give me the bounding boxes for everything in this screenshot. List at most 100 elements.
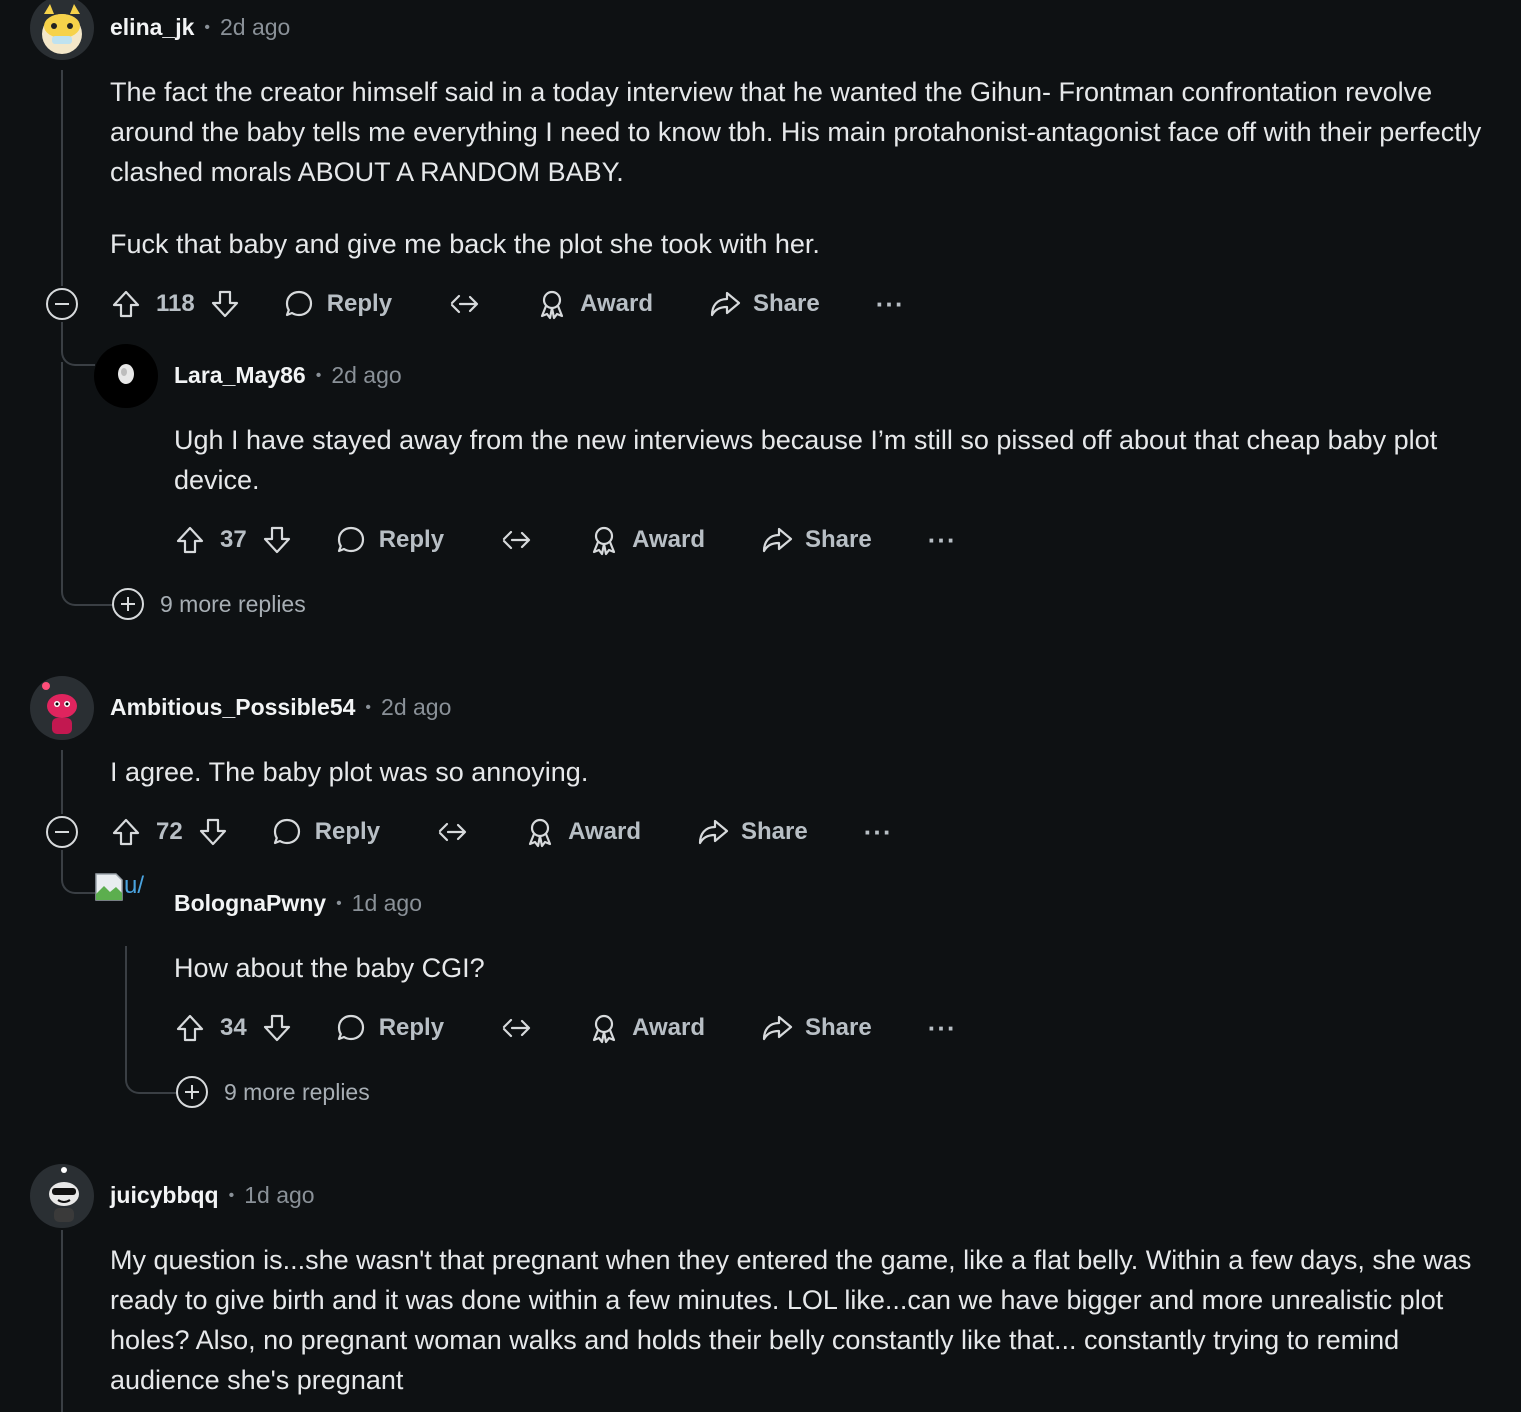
- upvote-icon[interactable]: [174, 1012, 206, 1044]
- thread-elbow: [61, 850, 95, 894]
- award-button[interactable]: Award: [524, 816, 641, 848]
- upvote-icon[interactable]: [110, 816, 142, 848]
- vote-score: 34: [220, 1014, 247, 1041]
- separator-dot: •: [204, 18, 210, 36]
- username[interactable]: Ambitious_Possible54: [110, 694, 355, 721]
- comment-meta: juicybbqq • 1d ago: [110, 1182, 315, 1209]
- separator-dot: •: [315, 366, 322, 384]
- share-button[interactable]: Share: [761, 1012, 872, 1044]
- avatar[interactable]: [30, 0, 94, 60]
- share-button[interactable]: Share: [709, 288, 820, 320]
- upvote-icon[interactable]: [174, 524, 206, 556]
- award-button[interactable]: Award: [536, 288, 653, 320]
- expand-replies-icon[interactable]: [112, 588, 144, 620]
- timestamp[interactable]: 1d ago: [352, 890, 422, 917]
- share-label: Share: [753, 290, 820, 317]
- avatar[interactable]: [30, 676, 94, 740]
- snoo-avatar-icon: [49, 1167, 79, 1222]
- collapse-thread-button[interactable]: [46, 288, 78, 320]
- award-label: Award: [632, 526, 705, 553]
- vote-score: 37: [220, 526, 247, 553]
- thread-line: [61, 70, 63, 286]
- timestamp[interactable]: 2d ago: [331, 362, 401, 389]
- broken-image-icon: [95, 873, 123, 901]
- award-icon: [524, 816, 556, 848]
- downvote-icon[interactable]: [197, 816, 229, 848]
- comment-paragraph: Ugh I have stayed away from the new inte…: [174, 425, 1438, 495]
- reply-icon: [335, 1012, 367, 1044]
- reply-button[interactable]: Reply: [283, 288, 392, 320]
- comment-body: Ugh I have stayed away from the new inte…: [174, 420, 1454, 500]
- crosspost-button[interactable]: [436, 816, 468, 848]
- reply-icon: [283, 288, 315, 320]
- separator-dot: •: [228, 1186, 235, 1204]
- vote-group: 34: [174, 1012, 293, 1044]
- separator-dot: •: [365, 698, 372, 716]
- more-options-button[interactable]: ···: [864, 817, 893, 848]
- crosspost-button[interactable]: [500, 524, 532, 556]
- timestamp[interactable]: 2d ago: [381, 694, 451, 721]
- snoo-avatar-icon: [42, 682, 77, 734]
- thread-elbow: [125, 1060, 177, 1094]
- reply-label: Reply: [378, 1014, 445, 1041]
- comment-paragraph: I agree. The baby plot was so annoying.: [110, 757, 589, 787]
- comment-paragraph: Fuck that baby and give me back the plot…: [110, 229, 820, 259]
- avatar[interactable]: u/: [94, 872, 158, 906]
- reply-button[interactable]: Reply: [335, 524, 444, 556]
- timestamp[interactable]: 2d ago: [220, 14, 290, 41]
- avatar-alt-text: u/: [124, 872, 145, 899]
- crosspost-icon: [448, 288, 480, 320]
- username[interactable]: Lara_May86: [174, 362, 306, 389]
- reply-button[interactable]: Reply: [335, 1012, 444, 1044]
- share-label: Share: [740, 818, 808, 845]
- thread-line: [61, 1230, 63, 1412]
- more-options-button[interactable]: ···: [928, 1013, 957, 1044]
- downvote-icon[interactable]: [261, 524, 293, 556]
- downvote-icon[interactable]: [209, 288, 241, 320]
- comment-body: My question is...she wasn't that pregnan…: [110, 1240, 1480, 1400]
- upvote-icon[interactable]: [110, 288, 142, 320]
- share-icon: [697, 816, 729, 848]
- avatar[interactable]: [94, 344, 158, 408]
- award-label: Award: [632, 1014, 705, 1041]
- comment-paragraph: How about the baby CGI?: [174, 953, 485, 983]
- crosspost-button[interactable]: [448, 288, 480, 320]
- expand-replies-icon[interactable]: [176, 1076, 208, 1108]
- username[interactable]: BolognaPwny: [174, 890, 326, 917]
- award-icon: [536, 288, 568, 320]
- comment-body: How about the baby CGI?: [174, 948, 1454, 988]
- comment-actions: 37 Reply Award Share ···: [174, 516, 957, 564]
- comment-actions: 34 Reply Award Share ···: [174, 1004, 957, 1052]
- thread-line: [61, 750, 63, 814]
- award-label: Award: [580, 290, 653, 317]
- vote-group: 37: [174, 524, 293, 556]
- award-button[interactable]: Award: [588, 1012, 705, 1044]
- share-icon: [709, 288, 741, 320]
- award-label: Award: [568, 818, 641, 845]
- downvote-icon[interactable]: [261, 1012, 293, 1044]
- award-button[interactable]: Award: [588, 524, 705, 556]
- more-replies-link[interactable]: 9 more replies: [160, 591, 306, 618]
- comment-paragraph: The fact the creator himself said in a t…: [110, 77, 1482, 187]
- timestamp[interactable]: 1d ago: [244, 1182, 314, 1209]
- more-options-button[interactable]: ···: [928, 525, 957, 556]
- username[interactable]: elina_jk: [110, 14, 194, 41]
- username[interactable]: juicybbqq: [110, 1182, 219, 1209]
- crosspost-icon: [500, 524, 532, 556]
- comment-meta: Lara_May86 • 2d ago: [174, 362, 402, 389]
- share-button[interactable]: Share: [761, 524, 872, 556]
- share-icon: [761, 1012, 793, 1044]
- crosspost-button[interactable]: [500, 1012, 532, 1044]
- more-options-button[interactable]: ···: [876, 289, 905, 320]
- vote-group: 72: [110, 816, 229, 848]
- more-replies-link[interactable]: 9 more replies: [224, 1079, 370, 1106]
- comment-body: The fact the creator himself said in a t…: [110, 72, 1490, 264]
- reply-button[interactable]: Reply: [271, 816, 380, 848]
- collapse-thread-button[interactable]: [46, 816, 78, 848]
- avatar[interactable]: [30, 1164, 94, 1228]
- thread-line: [125, 946, 127, 1076]
- share-button[interactable]: Share: [697, 816, 808, 848]
- comment-paragraph: My question is...she wasn't that pregnan…: [110, 1245, 1472, 1395]
- separator-dot: •: [336, 894, 342, 912]
- reply-icon: [271, 816, 303, 848]
